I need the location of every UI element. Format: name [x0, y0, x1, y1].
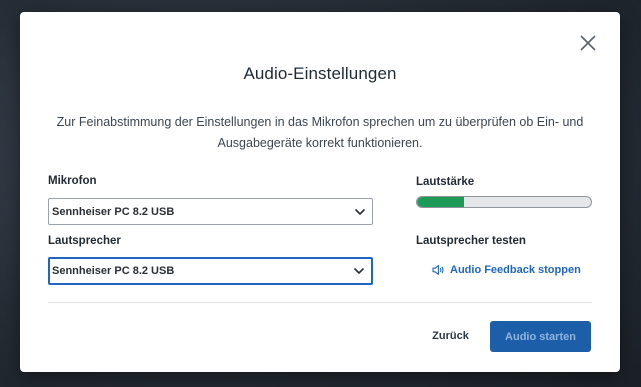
speaker-select[interactable]: Sennheiser PC 8.2 USB: [48, 257, 373, 285]
audio-settings-dialog: Audio-Einstellungen Zur Feinabstimmung d…: [20, 12, 620, 372]
back-button[interactable]: Zurück: [423, 321, 478, 351]
speaker-selected-value: Sennheiser PC 8.2 USB: [52, 265, 175, 277]
microphone-label: Mikrofon: [48, 175, 97, 187]
stop-audio-feedback-link[interactable]: Audio Feedback stoppen: [432, 264, 581, 276]
stop-audio-feedback-label: Audio Feedback stoppen: [450, 264, 581, 276]
start-audio-button[interactable]: Audio starten: [490, 321, 591, 352]
microphone-selected-value: Sennheiser PC 8.2 USB: [52, 205, 175, 218]
chevron-down-icon: [354, 208, 366, 215]
microphone-select[interactable]: Sennheiser PC 8.2 USB: [48, 198, 373, 225]
chevron-down-icon: [353, 267, 365, 275]
volume-meter-fill: [417, 197, 464, 207]
close-icon[interactable]: [578, 33, 598, 53]
speaker-test-label: Lautsprecher testen: [416, 235, 526, 247]
speaker-label: Lautsprecher: [48, 235, 121, 247]
footer-divider: [48, 302, 592, 303]
volume-meter: [416, 196, 592, 208]
dialog-title: Audio-Einstellungen: [243, 64, 397, 83]
volume-label: Lautstärke: [416, 176, 475, 188]
speaker-icon: [432, 264, 444, 276]
dialog-description: Zur Feinabstimmung der Einstellungen in …: [56, 115, 584, 150]
